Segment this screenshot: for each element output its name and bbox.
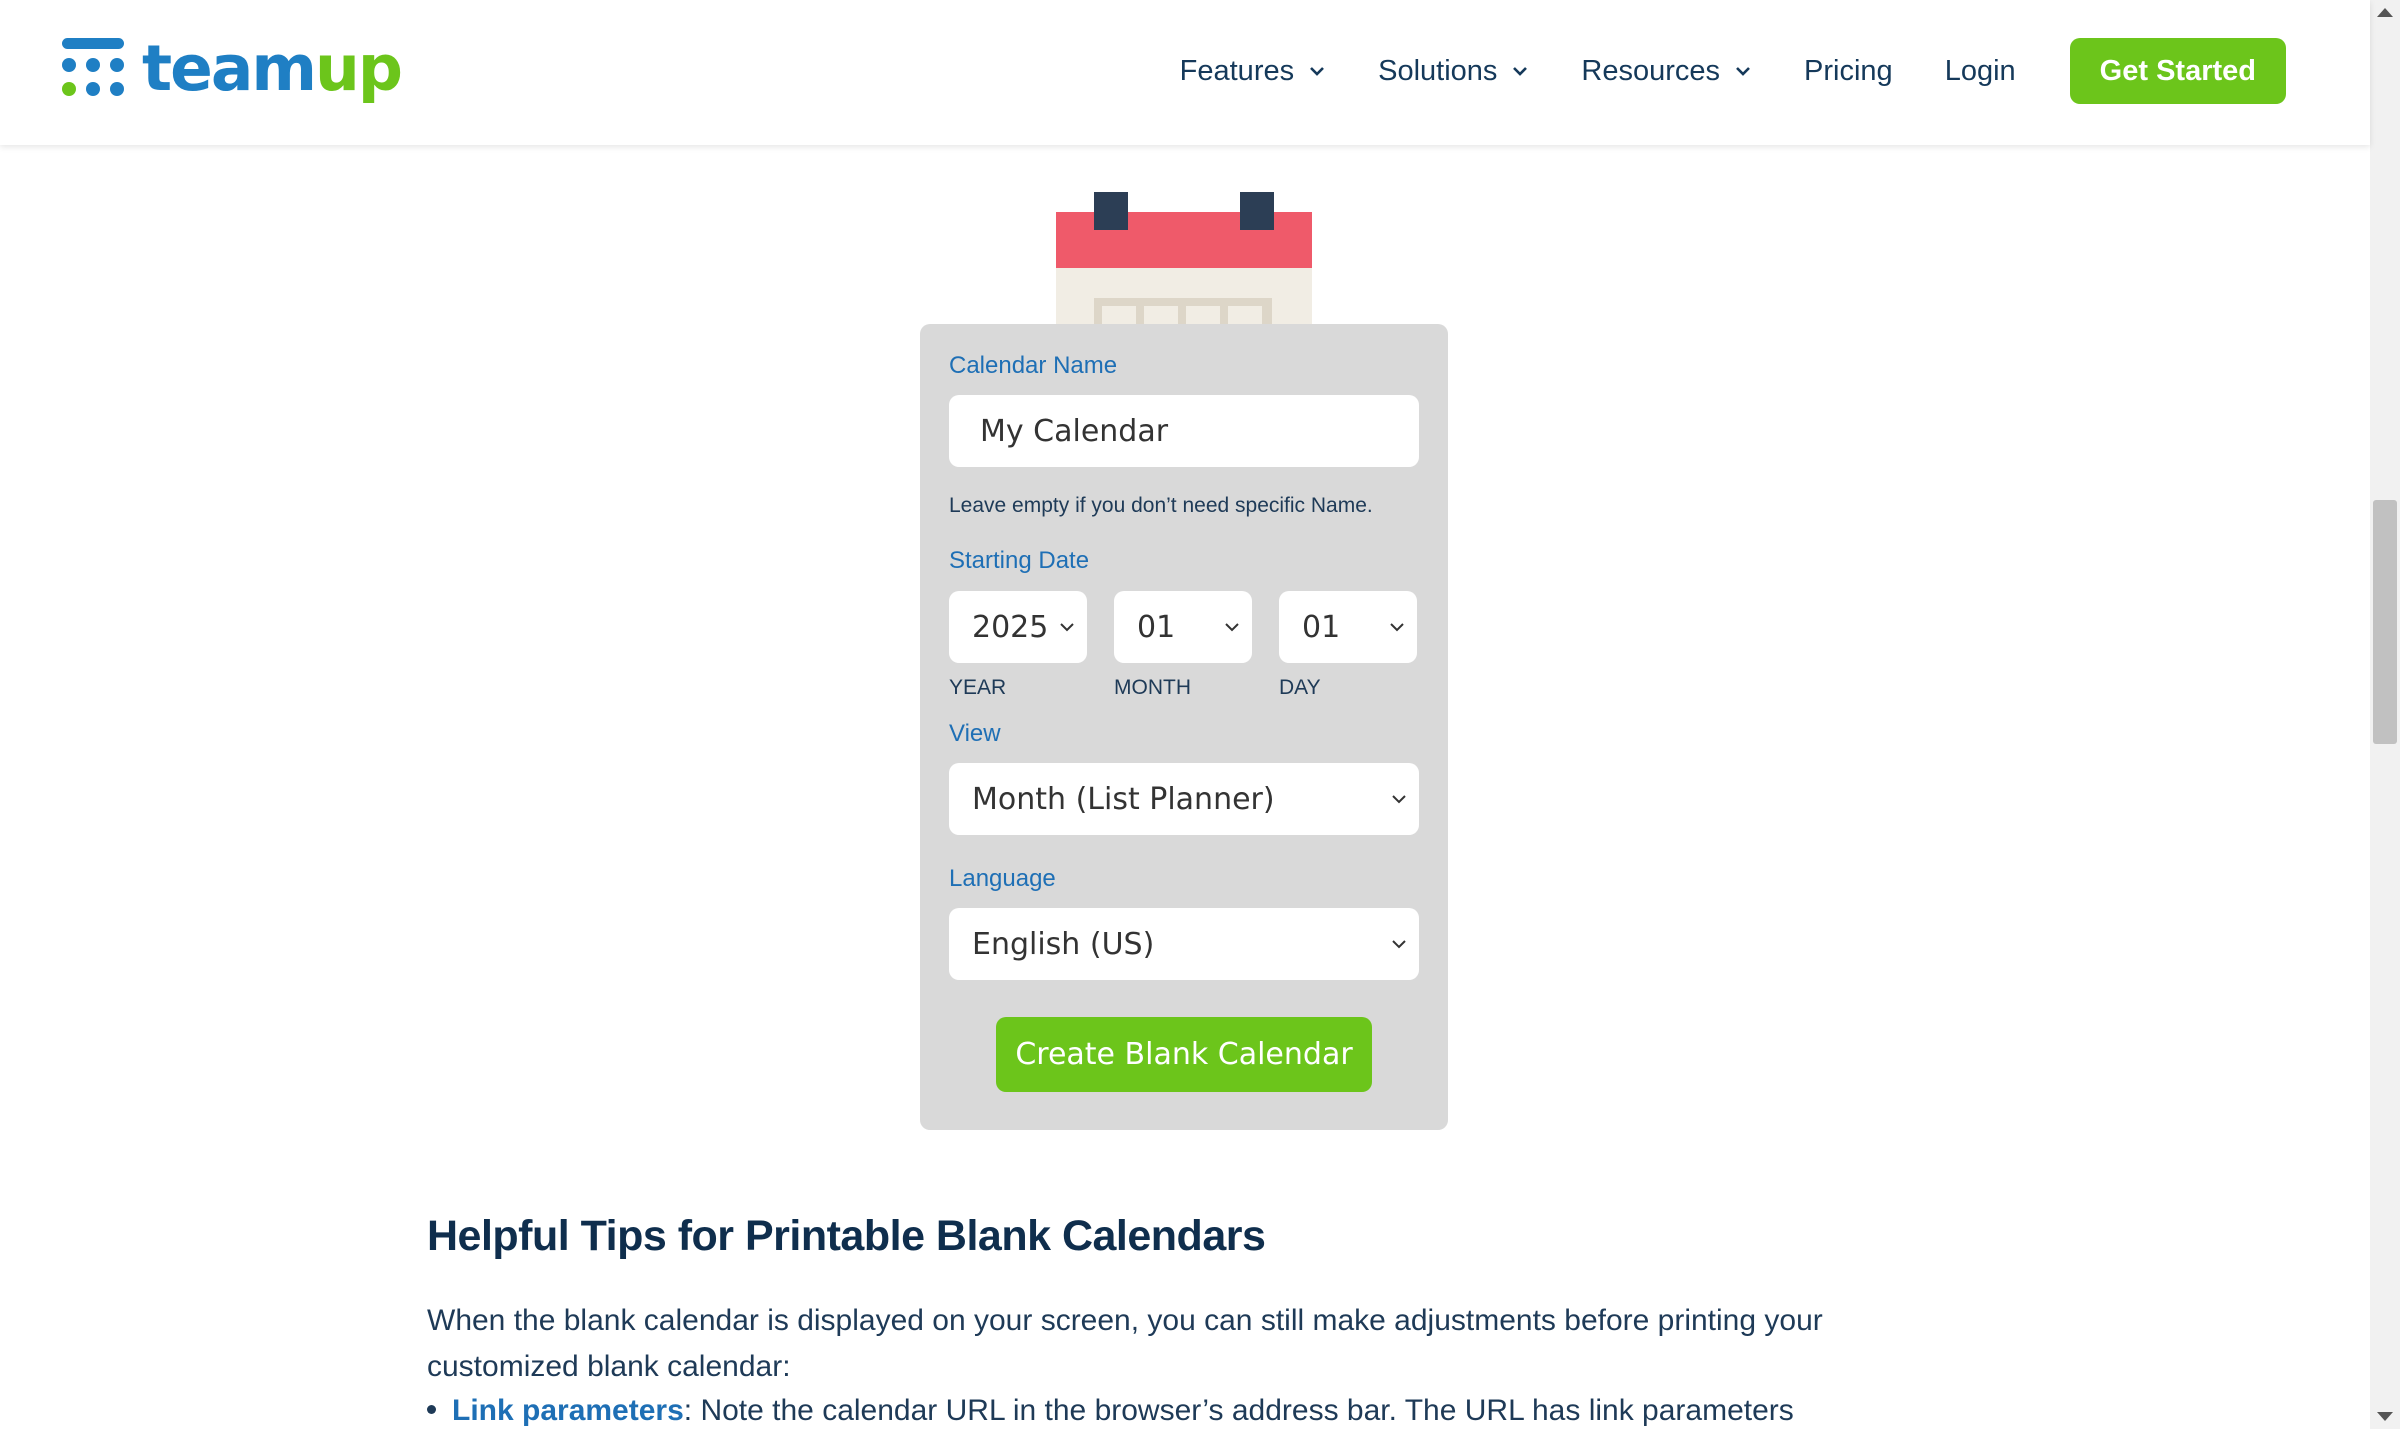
nav-solutions-label: Solutions bbox=[1378, 54, 1498, 87]
chevron-down-icon bbox=[1392, 940, 1406, 949]
logo-team-text: team bbox=[142, 31, 317, 105]
month-select[interactable]: 01 bbox=[1114, 591, 1252, 663]
language-select[interactable]: English (US) bbox=[949, 908, 1419, 980]
day-select[interactable]: 01 bbox=[1279, 591, 1417, 663]
scrollbar-thumb[interactable] bbox=[2373, 500, 2397, 744]
chevron-down-icon bbox=[1060, 623, 1074, 632]
nav-login[interactable]: Login bbox=[1945, 55, 2016, 88]
bullet-icon bbox=[427, 1404, 436, 1414]
calendar-name-label: Calendar Name bbox=[949, 352, 1118, 379]
starting-date-label: Starting Date bbox=[949, 547, 1090, 574]
month-sublabel: MONTH bbox=[1114, 676, 1191, 699]
nav-resources-label: Resources bbox=[1581, 54, 1721, 87]
list-item-text: : Note the calendar URL in the browser’s… bbox=[683, 1394, 1794, 1427]
day-sublabel: DAY bbox=[1279, 676, 1321, 699]
chevron-down-icon bbox=[1736, 67, 1750, 76]
nav-features[interactable]: Features bbox=[1180, 55, 1326, 88]
get-started-button[interactable]: Get Started bbox=[2069, 38, 2286, 104]
scroll-up-arrow-icon[interactable] bbox=[2377, 8, 2393, 17]
page-scrollbar[interactable] bbox=[2370, 0, 2400, 1429]
year-select-value: 2025 bbox=[972, 609, 1049, 645]
nav-pricing[interactable]: Pricing bbox=[1804, 55, 1893, 88]
teamup-logo[interactable]: teamup bbox=[62, 37, 403, 106]
nav-login-label: Login bbox=[1944, 54, 2016, 87]
nav-resources[interactable]: Resources bbox=[1581, 55, 1752, 88]
chevron-down-icon bbox=[1390, 623, 1404, 632]
intro-paragraph: When the blank calendar is displayed on … bbox=[427, 1304, 1823, 1383]
year-select[interactable]: 2025 bbox=[949, 591, 1087, 663]
create-blank-calendar-button[interactable]: Create Blank Calendar bbox=[996, 1017, 1372, 1092]
nav-solutions[interactable]: Solutions bbox=[1378, 55, 1529, 88]
language-select-value: English (US) bbox=[972, 926, 1155, 962]
chevron-down-icon bbox=[1225, 623, 1239, 632]
site-header: teamup Features Solutions Resources Pric… bbox=[0, 0, 2370, 145]
calendar-name-hint: Leave empty if you don’t need specific N… bbox=[949, 494, 1373, 517]
chevron-down-icon bbox=[1310, 67, 1325, 76]
chevron-down-icon bbox=[1392, 795, 1406, 804]
day-select-value: 01 bbox=[1302, 609, 1341, 645]
language-label: Language bbox=[949, 865, 1056, 892]
link-parameters-link[interactable]: Link parameters bbox=[452, 1394, 684, 1427]
nav-pricing-label: Pricing bbox=[1804, 54, 1893, 87]
list-item: Link parameters: Note the calendar URL i… bbox=[427, 1388, 1967, 1434]
calendar-illustration-icon bbox=[1056, 192, 1312, 324]
view-label: View bbox=[949, 720, 1001, 747]
logo-up-text: up bbox=[315, 31, 403, 105]
year-sublabel: YEAR bbox=[949, 676, 1007, 699]
calendar-name-input[interactable]: My Calendar bbox=[949, 395, 1419, 467]
blank-calendar-form: Calendar Name My Calendar Leave empty if… bbox=[920, 324, 1448, 1130]
section-heading: Helpful Tips for Printable Blank Calenda… bbox=[427, 1212, 1266, 1260]
view-select-value: Month (List Planner) bbox=[972, 781, 1275, 817]
main-nav: Features Solutions Resources Pricing Log… bbox=[1128, 38, 2286, 104]
logo-wordmark: teamup bbox=[142, 37, 403, 100]
scroll-down-arrow-icon[interactable] bbox=[2377, 1412, 2393, 1421]
teamup-logo-icon bbox=[62, 38, 124, 106]
nav-features-label: Features bbox=[1179, 54, 1295, 87]
month-select-value: 01 bbox=[1137, 609, 1176, 645]
chevron-down-icon bbox=[1513, 67, 1528, 76]
view-select[interactable]: Month (List Planner) bbox=[949, 763, 1419, 835]
